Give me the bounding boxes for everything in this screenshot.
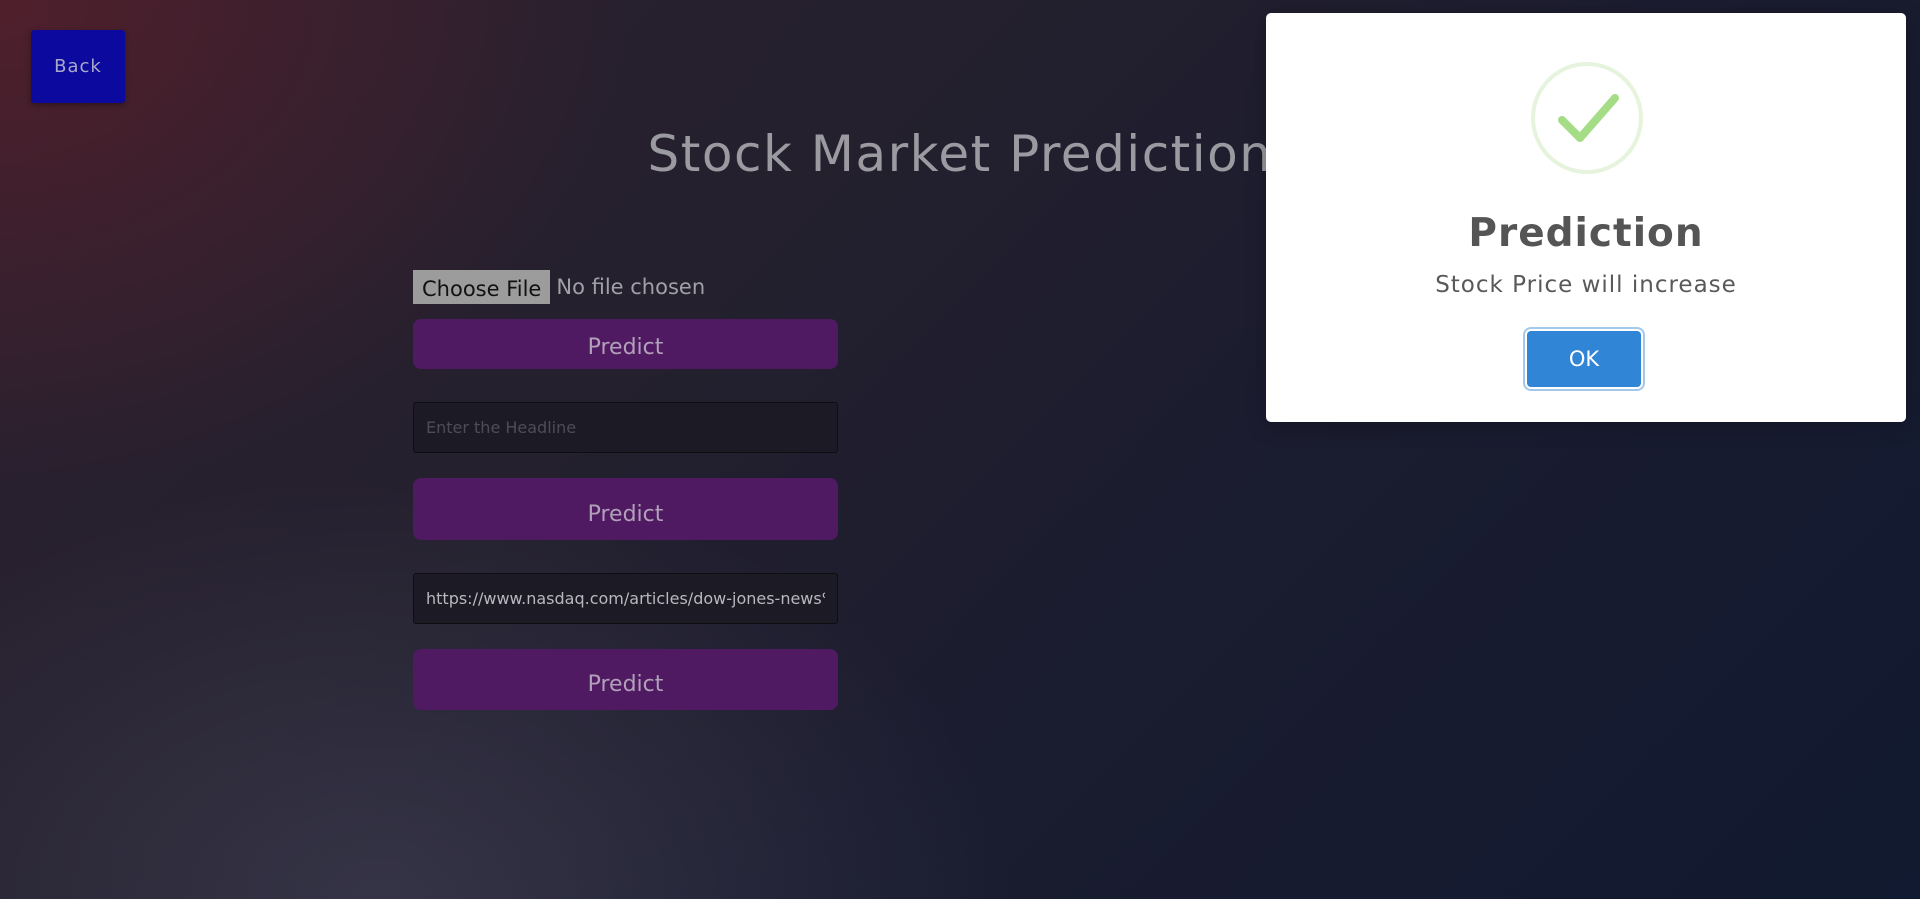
predict-headline-button[interactable]: Predict	[413, 478, 838, 540]
file-upload-row: Choose File No file chosen	[413, 270, 838, 304]
prediction-modal: Prediction Stock Price will increase OK	[1266, 13, 1906, 422]
choose-file-button[interactable]: Choose File	[413, 270, 551, 304]
predict-url-button[interactable]: Predict	[413, 649, 838, 710]
file-status-text: No file chosen	[556, 275, 706, 299]
predict-file-button[interactable]: Predict	[413, 319, 838, 369]
ok-button[interactable]: OK	[1527, 331, 1641, 387]
url-input[interactable]	[413, 573, 838, 624]
prediction-form: Choose File No file chosen Predict Predi…	[413, 270, 838, 710]
modal-title: Prediction	[1468, 211, 1704, 256]
back-button[interactable]: Back	[31, 30, 125, 103]
modal-message: Stock Price will increase	[1435, 272, 1737, 298]
success-checkmark-icon	[1531, 62, 1643, 174]
headline-input[interactable]	[413, 402, 838, 453]
